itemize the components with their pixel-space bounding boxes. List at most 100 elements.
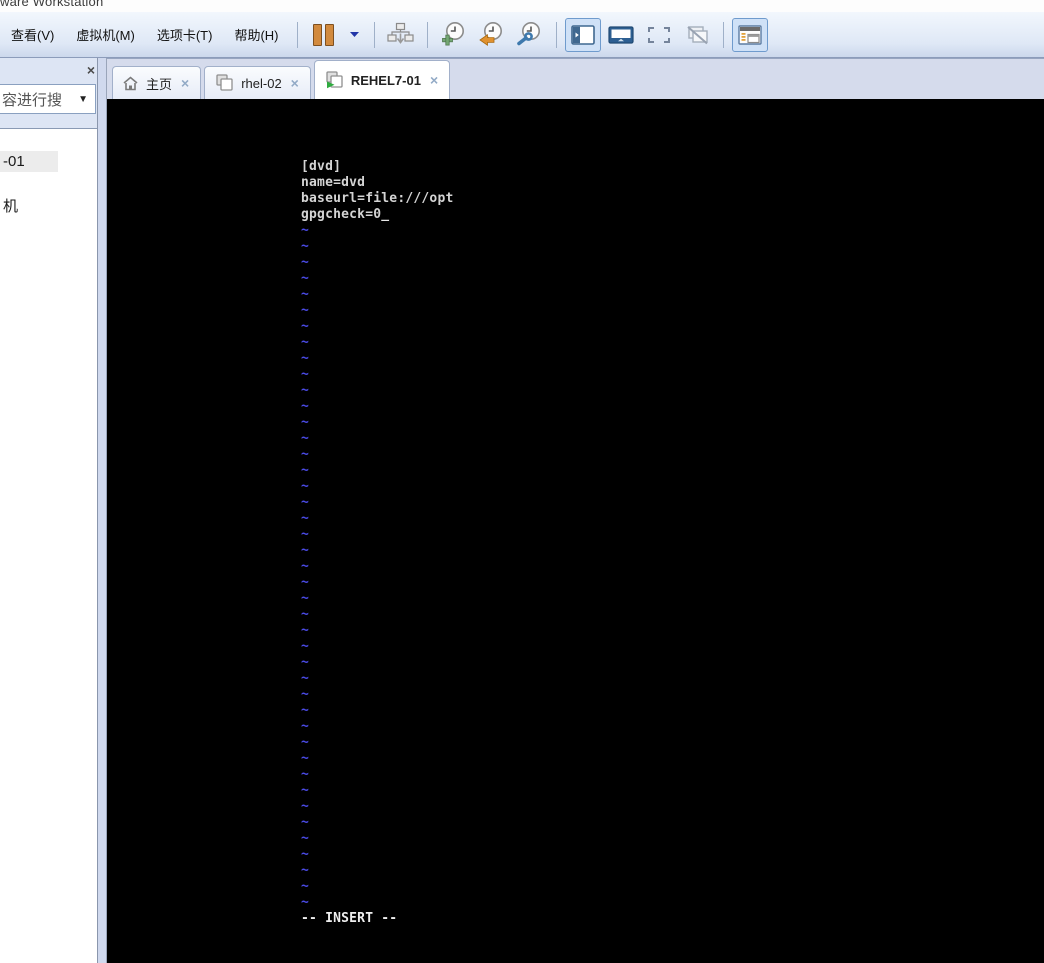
- vim-mode-indicator: -- INSERT --: [301, 911, 398, 926]
- menu-tabs[interactable]: 选项卡(T): [147, 20, 223, 49]
- vim-tilde-row: ~: [301, 255, 310, 270]
- show-library-button[interactable]: [564, 17, 601, 52]
- suspend-dropdown-button[interactable]: [344, 18, 366, 52]
- vim-terminal: [dvd] name=dvd baseurl=file:///opt gpgch…: [301, 159, 454, 927]
- vim-tilde-row: ~: [301, 591, 310, 606]
- terminal-line: name=dvd: [301, 175, 366, 190]
- vim-tilde-row: ~: [301, 351, 310, 366]
- vim-tilde-row: ~: [301, 767, 310, 782]
- vim-tilde-row: ~: [301, 607, 310, 622]
- show-thumbnail-bar-button[interactable]: [731, 17, 768, 52]
- vim-tilde-row: ~: [301, 895, 310, 910]
- library-sidebar: × 容进行搜 ▼ -01 机: [0, 58, 98, 963]
- snapshot-manager-button[interactable]: [512, 18, 548, 52]
- clock-wrench-icon: [516, 22, 540, 46]
- vim-tilde-row: ~: [301, 671, 310, 686]
- vim-tilde-row: ~: [301, 399, 310, 414]
- vim-tilde-row: ~: [301, 463, 310, 478]
- vim-tilde-row: ~: [301, 431, 310, 446]
- unity-slash-icon: [686, 25, 708, 44]
- vim-tilde-row: ~: [301, 511, 310, 526]
- vm-icon: [216, 74, 233, 91]
- sidebar-splitter[interactable]: [97, 58, 107, 963]
- suspend-button[interactable]: [306, 18, 342, 52]
- vm-running-icon: [326, 71, 343, 89]
- vim-tilde-row: ~: [301, 623, 310, 638]
- terminal-line-with-cursor: gpgcheck=0_: [301, 207, 390, 222]
- tab-label: 主页: [146, 76, 173, 92]
- vim-tilde-row: ~: [301, 335, 310, 350]
- text-cursor: _: [381, 207, 390, 222]
- vim-tilde-row: ~: [301, 319, 310, 334]
- toolbar-separator: [373, 21, 375, 48]
- send-ctrl-alt-del-button[interactable]: [383, 18, 419, 52]
- home-icon: [123, 75, 138, 90]
- vim-tilde-row: ~: [301, 271, 310, 286]
- chevron-down-icon[interactable]: ▼: [78, 94, 95, 105]
- vim-tilde-row: ~: [301, 735, 310, 750]
- tab-bar: 主页 × rhel-02 × REHEL7-01 ×: [0, 58, 1044, 99]
- vm-tree-item-rehel7-01[interactable]: -01: [0, 151, 58, 172]
- tab-rhel-02[interactable]: rhel-02 ×: [204, 66, 311, 99]
- vim-tilde-row: ~: [301, 479, 310, 494]
- vim-tilde-row: ~: [301, 847, 310, 862]
- vim-tilde-row: ~: [301, 799, 310, 814]
- vim-tilde-row: ~: [301, 495, 310, 510]
- vim-tilde-row: ~: [301, 639, 310, 654]
- vim-tilde-row: ~: [301, 559, 310, 574]
- devices-down-arrow-icon: [387, 22, 414, 44]
- vm-console-screen[interactable]: [dvd] name=dvd baseurl=file:///opt gpgch…: [107, 99, 1044, 963]
- library-panel-icon: [570, 24, 595, 45]
- menu-toolbar: 查看(V) 虚拟机(M) 选项卡(T) 帮助(H): [0, 12, 1044, 58]
- toolbar-separator: [426, 21, 428, 48]
- vim-tilde-row: ~: [301, 687, 310, 702]
- vim-tilde-row: ~: [301, 831, 310, 846]
- close-icon[interactable]: ×: [289, 76, 301, 90]
- menu-view[interactable]: 查看(V): [1, 20, 64, 49]
- vim-tilde-row: ~: [301, 527, 310, 542]
- vm-tree-item-shared[interactable]: 机: [0, 193, 21, 218]
- vim-tilde-row: ~: [301, 815, 310, 830]
- window-title: ware Workstation: [0, 0, 104, 9]
- close-icon[interactable]: ×: [428, 73, 440, 87]
- vim-tilde-row: ~: [301, 415, 310, 430]
- take-snapshot-button[interactable]: [436, 18, 472, 52]
- menu-help[interactable]: 帮助(H): [224, 20, 288, 49]
- search-text: 容进行搜: [2, 91, 63, 109]
- library-search-input[interactable]: 容进行搜 ▼: [0, 84, 96, 114]
- vm-tree-list: -01 机: [0, 128, 97, 963]
- toolbar-separator: [555, 21, 557, 48]
- vim-tilde-row: ~: [301, 447, 310, 462]
- vim-tilde-row: ~: [301, 575, 310, 590]
- toolbar-separator: [296, 21, 298, 48]
- vim-tilde-row: ~: [301, 287, 310, 302]
- vim-tilde-row: ~: [301, 719, 310, 734]
- console-view-button[interactable]: [603, 18, 639, 52]
- vim-tilde-row: ~: [301, 223, 310, 238]
- vim-tilde-row: ~: [301, 303, 310, 318]
- console-monitor-icon: [607, 25, 634, 44]
- chevron-down-icon: [350, 32, 359, 37]
- vim-tilde-row: ~: [301, 879, 310, 894]
- pause-icon: [313, 23, 334, 46]
- unity-mode-button[interactable]: [679, 18, 715, 52]
- close-icon[interactable]: ×: [179, 76, 191, 90]
- title-bar: ware Workstation: [0, 0, 1044, 12]
- terminal-line: baseurl=file:///opt: [301, 191, 454, 206]
- thumbnail-window-icon: [737, 24, 762, 45]
- terminal-tildes: ~ ~ ~ ~ ~ ~ ~ ~ ~ ~ ~ ~ ~ ~ ~ ~ ~ ~ ~ ~ ~ ~ ~ ~ ~ ~ ~ ~ ~ ~ ~ ~ ~ ~ ~ ~ ~ ~ ~ ~…: [301, 223, 454, 911]
- vim-tilde-row: ~: [301, 543, 310, 558]
- terminal-line: [dvd]: [301, 159, 342, 174]
- tab-home[interactable]: 主页 ×: [112, 66, 202, 99]
- close-icon[interactable]: ×: [87, 63, 95, 77]
- tab-label: rhel-02: [241, 75, 282, 91]
- vmware-workstation-window: ware Workstation 查看(V) 虚拟机(M) 选项卡(T) 帮助(…: [0, 0, 1044, 963]
- tab-rehel7-01[interactable]: REHEL7-01 ×: [313, 60, 451, 99]
- fullscreen-button[interactable]: [641, 18, 677, 52]
- vim-tilde-row: ~: [301, 863, 310, 878]
- menu-vm[interactable]: 虚拟机(M): [66, 20, 145, 49]
- vim-tilde-row: ~: [301, 367, 310, 382]
- revert-snapshot-button[interactable]: [474, 18, 510, 52]
- clock-back-arrow-icon: [478, 22, 502, 46]
- vim-tilde-row: ~: [301, 703, 310, 718]
